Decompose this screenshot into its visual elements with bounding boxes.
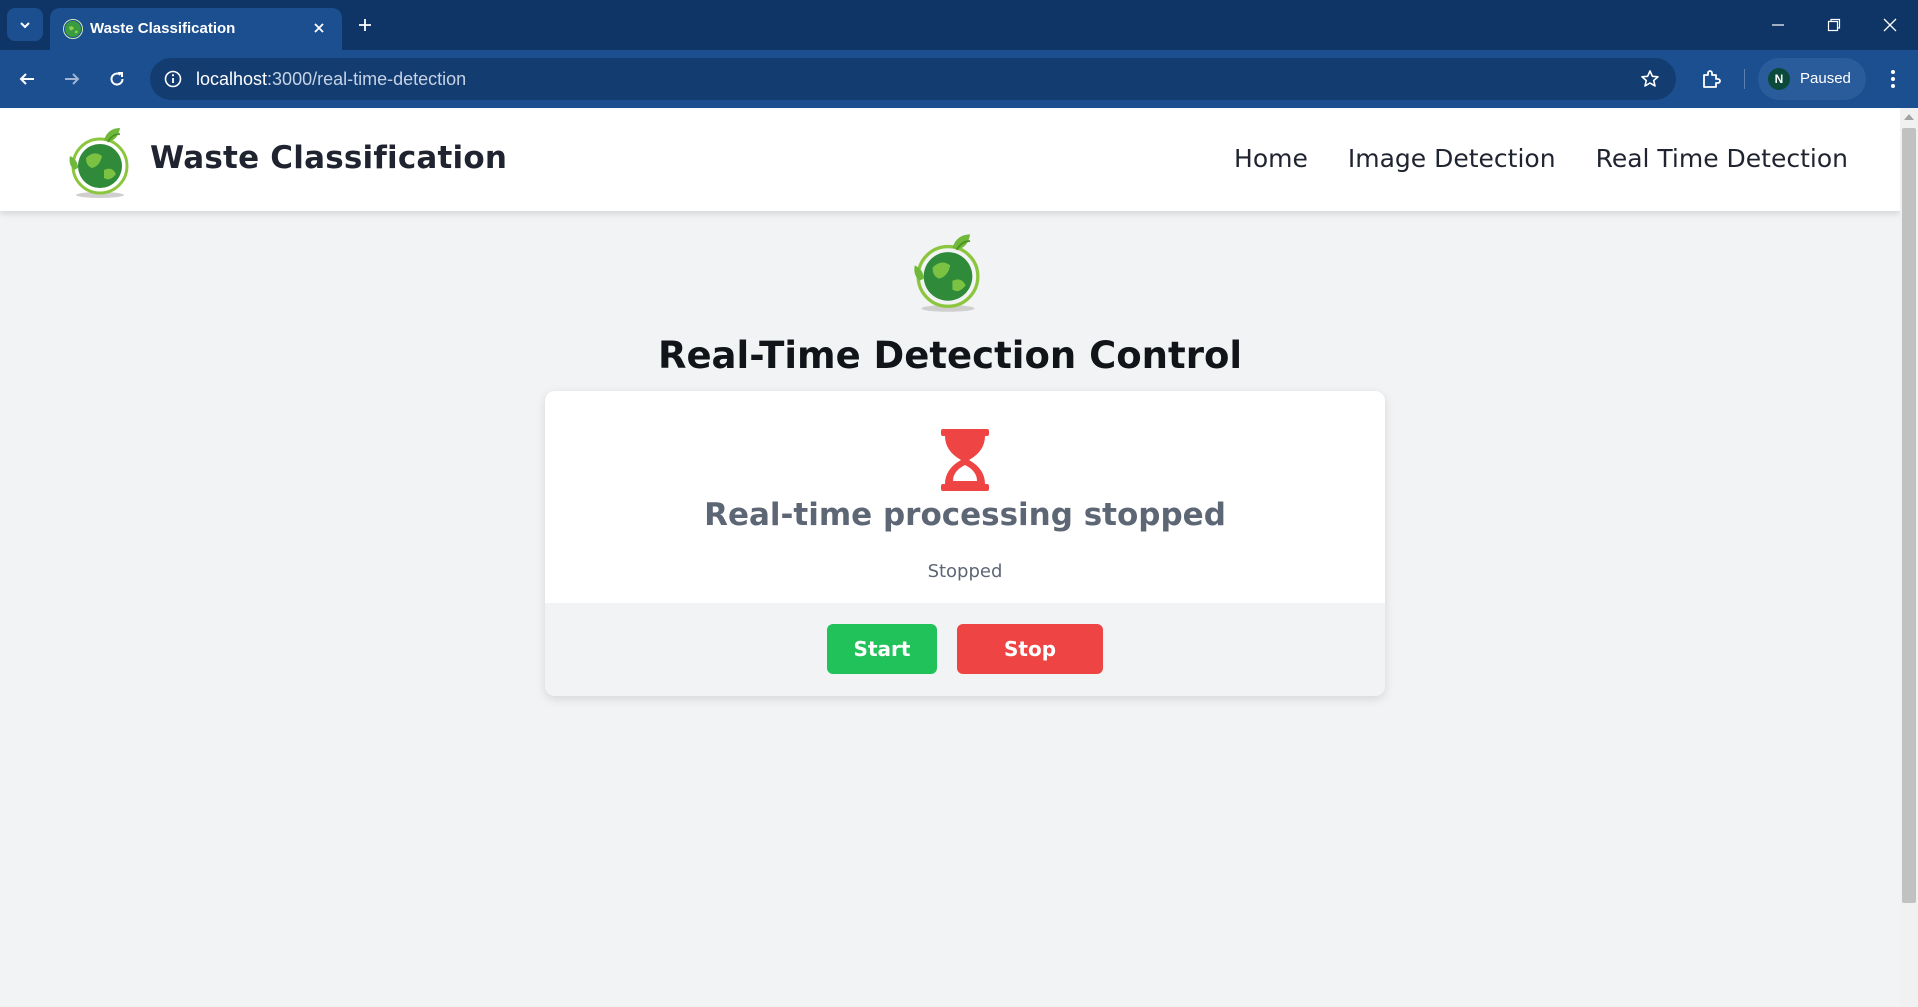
status-title: Real-time processing stopped: [704, 497, 1226, 533]
site-header: Waste Classification Home Image Detectio…: [0, 108, 1900, 211]
hourglass-icon: [941, 429, 989, 491]
status-text: Stopped: [927, 561, 1003, 582]
profile-button[interactable]: N Paused: [1758, 58, 1866, 100]
start-button[interactable]: Start: [827, 624, 937, 674]
url-host: localhost: [196, 69, 268, 89]
page-scrollbar[interactable]: [1900, 108, 1918, 1007]
page-title: Real-Time Detection Control: [657, 334, 1243, 377]
main-nav: Home Image Detection Real Time Detection: [1234, 144, 1848, 173]
back-button[interactable]: [10, 62, 44, 96]
globe-favicon-icon: [63, 19, 83, 39]
bookmark-button[interactable]: [1638, 67, 1662, 91]
browser-tab-bar: Waste Classification: [0, 0, 1918, 50]
globe-leaf-logo-icon[interactable]: [64, 124, 136, 200]
extensions-button[interactable]: [1694, 62, 1728, 96]
tab-close-button[interactable]: [308, 17, 330, 39]
nav-image-detection[interactable]: Image Detection: [1348, 144, 1556, 173]
nav-home[interactable]: Home: [1234, 144, 1308, 173]
forward-button[interactable]: [55, 62, 89, 96]
address-bar[interactable]: localhost:3000/real-time-detection: [150, 58, 1676, 100]
info-icon: [164, 70, 182, 88]
detection-control-card: Real-time processing stopped Stopped Sta…: [545, 391, 1385, 696]
restore-button[interactable]: [1814, 10, 1854, 40]
nav-real-time-detection[interactable]: Real Time Detection: [1596, 144, 1848, 173]
stop-button[interactable]: Stop: [957, 624, 1103, 674]
globe-leaf-logo-icon: [914, 234, 980, 312]
profile-status-label: Paused: [1800, 70, 1851, 87]
brand-title[interactable]: Waste Classification: [150, 140, 507, 176]
tab-search-button[interactable]: [7, 8, 43, 41]
site-info-button[interactable]: [162, 68, 184, 90]
new-tab-button[interactable]: [352, 12, 378, 38]
avatar: N: [1768, 68, 1790, 90]
page-viewport: Waste Classification Home Image Detectio…: [0, 108, 1900, 1007]
minimize-icon: [1772, 24, 1784, 26]
reload-button[interactable]: [100, 62, 134, 96]
more-vertical-icon: [1891, 70, 1895, 88]
minimize-button[interactable]: [1758, 10, 1798, 40]
toolbar-divider: [1744, 69, 1745, 89]
reload-icon: [110, 72, 124, 86]
url-text: localhost:3000/real-time-detection: [196, 69, 466, 90]
plus-icon: [359, 19, 371, 31]
chevron-down-icon: [20, 21, 30, 28]
close-window-icon: [1883, 18, 1897, 32]
arrow-right-icon: [65, 73, 80, 85]
scrollbar-thumb[interactable]: [1902, 128, 1916, 903]
scroll-up-arrow-icon[interactable]: [1904, 114, 1914, 120]
star-icon: [1641, 70, 1659, 87]
tab-title: Waste Classification: [90, 20, 236, 37]
active-tab[interactable]: Waste Classification: [50, 8, 342, 50]
close-icon: [314, 23, 324, 33]
browser-menu-button[interactable]: [1876, 62, 1910, 96]
restore-icon: [1827, 18, 1841, 32]
browser-toolbar: localhost:3000/real-time-detection N Pau…: [0, 50, 1918, 108]
arrow-left-icon: [19, 73, 34, 85]
puzzle-icon: [1703, 70, 1721, 88]
close-window-button[interactable]: [1870, 10, 1910, 40]
card-footer: Start Stop: [545, 603, 1385, 696]
url-path: :3000/real-time-detection: [267, 69, 467, 89]
